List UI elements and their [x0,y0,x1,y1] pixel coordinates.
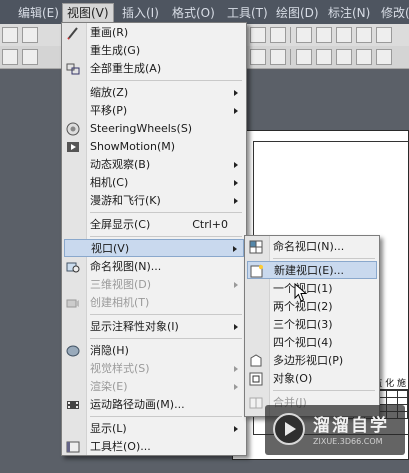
save-icon[interactable] [2,49,18,65]
submenu-arrow-icon [234,90,238,96]
walk-fly-item[interactable]: 漫游和飞行(K) [64,192,244,210]
toolbar-icon [66,441,80,453]
menu-modify[interactable]: 修改( [377,4,409,22]
four-viewports-item[interactable]: 四个视口(4) [247,334,377,352]
match-properties-icon[interactable] [376,49,392,65]
render-item[interactable]: 渲染(E) [64,378,244,396]
named-viewports-icon [249,240,263,254]
separator [90,416,242,417]
separator [90,212,242,213]
two-viewports-item[interactable]: 两个视口(2) [247,298,377,316]
new-viewports-item[interactable]: 新建视口(E)... [247,261,377,279]
menu-edit[interactable]: 编辑(E) [14,4,63,22]
named-views-icon [66,262,80,273]
redraw-item[interactable]: 重画(R) [64,24,244,42]
tool-palettes-icon[interactable] [376,27,392,43]
separator [90,338,242,339]
one-viewport-item[interactable]: 一个视口(1) [247,280,377,298]
regen-all-item[interactable]: 全部重生成(A) [64,60,244,78]
properties-icon[interactable] [336,27,352,43]
zoom-item[interactable]: 缩放(Z) [64,84,244,102]
watermark-url: ZIXUE.3D66.COM [313,437,383,446]
submenu-arrow-icon [234,162,238,168]
viewports-item[interactable]: 视口(V) [64,239,244,257]
menu-insert[interactable]: 插入(I) [118,4,163,22]
separator [90,80,242,81]
showmotion-item[interactable]: ShowMotion(M) [64,138,244,156]
menu-draw[interactable]: 绘图(D) [272,4,323,22]
submenu-arrow-icon [234,180,238,186]
separator [273,390,375,391]
polygon-viewport-icon [250,354,262,367]
steeringwheels-item[interactable]: SteeringWheels(S) [64,120,244,138]
separator [90,314,242,315]
view-menu: 重画(R) 重生成(G) 全部重生成(A) 缩放(Z) 平移(P) Steeri… [61,22,247,456]
menu-view[interactable]: 视图(V) [62,3,114,24]
display-item[interactable]: 显示(L) [64,420,244,438]
close-tab-icon[interactable] [22,27,38,43]
submenu-arrow-icon [234,324,238,330]
play-logo-icon [273,413,305,445]
hide-item[interactable]: 消隐(H) [64,342,244,360]
design-center-icon[interactable] [356,27,372,43]
motion-path-item[interactable]: 运动路径动画(M)... [64,396,244,414]
camera-icon [66,299,79,308]
viewports-submenu: 命名视口(N)... 新建视口(E)... 一个视口(1) 两个视口(2) 三个… [244,235,380,417]
visual-styles-item[interactable]: 视觉样式(S) [64,360,244,378]
watermark-brand: 溜溜自学 [313,416,389,436]
watermark: 溜溜自学 ZIXUE.3D66.COM [265,405,405,455]
menu-format[interactable]: 格式(O) [168,4,219,22]
named-viewports-item[interactable]: 命名视口(N)... [247,238,377,256]
pan-icon[interactable] [250,27,266,43]
steering-wheel-icon [66,122,80,136]
orbit-item[interactable]: 动态观察(B) [64,156,244,174]
submenu-arrow-icon [234,282,238,288]
new-icon[interactable] [2,27,18,43]
clean-screen-item[interactable]: 全屏显示(C) Ctrl+0 [64,216,244,234]
three-viewports-item[interactable]: 三个视口(3) [247,316,377,334]
showmotion-icon [67,142,79,152]
3d-views-item[interactable]: 三维视图(D) [64,276,244,294]
join-icon [249,397,263,409]
separator [273,258,375,259]
pencil-icon [67,27,78,40]
submenu-arrow-icon [234,366,238,372]
layer-icon[interactable] [250,49,266,65]
film-icon [67,401,79,409]
object-viewport-icon [249,372,263,386]
color-icon[interactable] [336,49,352,65]
named-views-item[interactable]: 命名视图(N)... [64,258,244,276]
plot-style-icon[interactable] [356,49,372,65]
submenu-arrow-icon [234,384,238,390]
annotation-objects-item[interactable]: 显示注释性对象(I) [64,318,244,336]
linetype-icon[interactable] [296,49,312,65]
menu-dimension[interactable]: 标注(N) [324,4,374,22]
layer-state-icon[interactable] [270,49,286,65]
zoom-window-icon[interactable] [296,27,312,43]
submenu-arrow-icon [234,198,238,204]
submenu-arrow-icon [233,246,237,252]
new-viewport-icon [250,264,263,278]
print-icon[interactable] [22,49,38,65]
pan-item[interactable]: 平移(P) [64,102,244,120]
hide-icon [66,345,80,357]
regen-item[interactable]: 重生成(G) [64,42,244,60]
separator [90,236,242,237]
submenu-arrow-icon [234,108,238,114]
mouse-cursor-icon [294,283,308,302]
create-camera-item[interactable]: 创建相机(T) [64,294,244,312]
camera-item[interactable]: 相机(C) [64,174,244,192]
zoom-previous-icon[interactable] [316,27,332,43]
object-viewport-item[interactable]: 对象(O) [247,370,377,388]
polygonal-viewport-item[interactable]: 多边形视口(P) [247,352,377,370]
submenu-arrow-icon [234,426,238,432]
zoom-realtime-icon[interactable] [270,27,286,43]
lineweight-icon[interactable] [316,49,332,65]
toolbars-item[interactable]: 工具栏(O)... [64,438,244,456]
regen-all-icon [66,63,80,75]
menu-tools[interactable]: 工具(T) [223,4,272,22]
